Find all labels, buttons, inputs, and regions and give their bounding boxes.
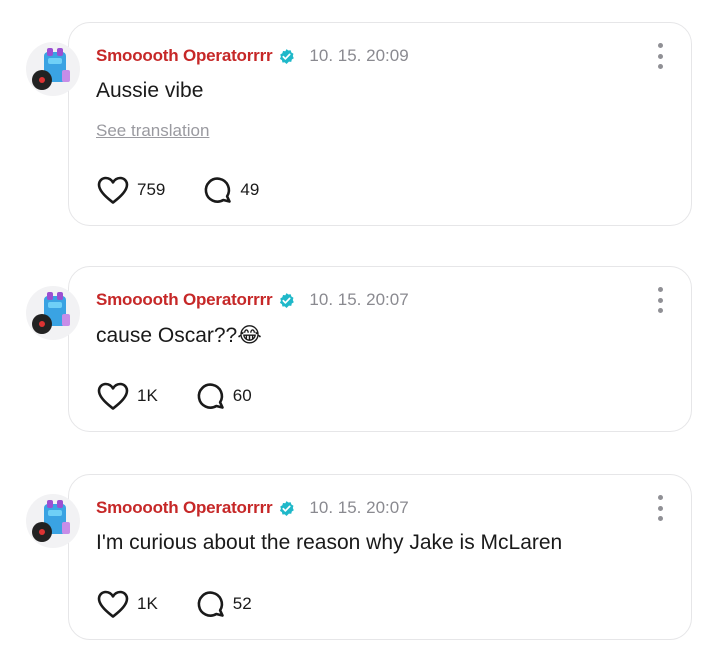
post: Smooooth Operatorrrr 10. 15. 20:07 I'm c…: [0, 474, 720, 640]
reply-count: 49: [240, 180, 260, 199]
verified-badge-icon: [280, 500, 295, 516]
like-button[interactable]: 1K: [96, 381, 158, 411]
post-timestamp: 10. 15. 20:09: [309, 46, 409, 65]
vertical-ellipsis-icon[interactable]: [655, 495, 665, 521]
post-actions: 759 49: [96, 175, 297, 205]
post-card[interactable]: Smooooth Operatorrrr 10. 15. 20:09 Aussi…: [68, 22, 692, 226]
post: Smooooth Operatorrrr 10. 15. 20:09 Aussi…: [0, 22, 720, 226]
verified-badge-icon: [280, 292, 295, 308]
avatar[interactable]: [26, 494, 80, 548]
avatar[interactable]: [26, 42, 80, 96]
see-translation-link[interactable]: See translation: [96, 121, 209, 141]
avatar[interactable]: [26, 286, 80, 340]
reply-button[interactable]: 49: [203, 175, 259, 205]
post-text: Aussie vibe: [96, 79, 204, 102]
speech-bubble-icon: [204, 177, 232, 203]
like-count: 759: [137, 180, 166, 199]
post: Smooooth Operatorrrr 10. 15. 20:07 cause…: [0, 266, 720, 432]
author-name[interactable]: Smooooth Operatorrrr: [96, 46, 273, 66]
post-timestamp: 10. 15. 20:07: [309, 498, 409, 517]
post-text: I'm curious about the reason why Jake is…: [96, 531, 563, 554]
heart-icon: [97, 590, 129, 618]
speech-bubble-icon: [197, 383, 224, 409]
reply-button[interactable]: 60: [196, 381, 252, 411]
post-timestamp: 10. 15. 20:07: [309, 290, 409, 309]
verified-badge-icon: [280, 48, 295, 64]
like-button[interactable]: 759: [96, 175, 165, 205]
post-text: cause Oscar??😂: [96, 324, 262, 347]
author-name[interactable]: Smooooth Operatorrrr: [96, 498, 273, 518]
post-actions: 1K 52: [96, 589, 290, 619]
reply-count: 60: [232, 386, 252, 405]
like-count: 1K: [137, 594, 158, 613]
speech-bubble-icon: [197, 591, 224, 617]
reply-button[interactable]: 52: [196, 589, 252, 619]
reply-count: 52: [232, 594, 252, 613]
author-name[interactable]: Smooooth Operatorrrr: [96, 290, 273, 310]
like-count: 1K: [137, 386, 158, 405]
heart-icon: [97, 176, 129, 204]
post-actions: 1K 60: [96, 381, 290, 411]
vertical-ellipsis-icon[interactable]: [655, 287, 665, 313]
post-card[interactable]: Smooooth Operatorrrr 10. 15. 20:07 I'm c…: [68, 474, 692, 640]
vertical-ellipsis-icon[interactable]: [655, 43, 665, 69]
post-header: Smooooth Operatorrrr 10. 15. 20:07: [96, 289, 409, 311]
post-header: Smooooth Operatorrrr 10. 15. 20:09: [96, 45, 409, 67]
post-header: Smooooth Operatorrrr 10. 15. 20:07: [96, 497, 409, 519]
like-button[interactable]: 1K: [96, 589, 158, 619]
heart-icon: [97, 382, 129, 410]
post-card[interactable]: Smooooth Operatorrrr 10. 15. 20:07 cause…: [68, 266, 692, 432]
